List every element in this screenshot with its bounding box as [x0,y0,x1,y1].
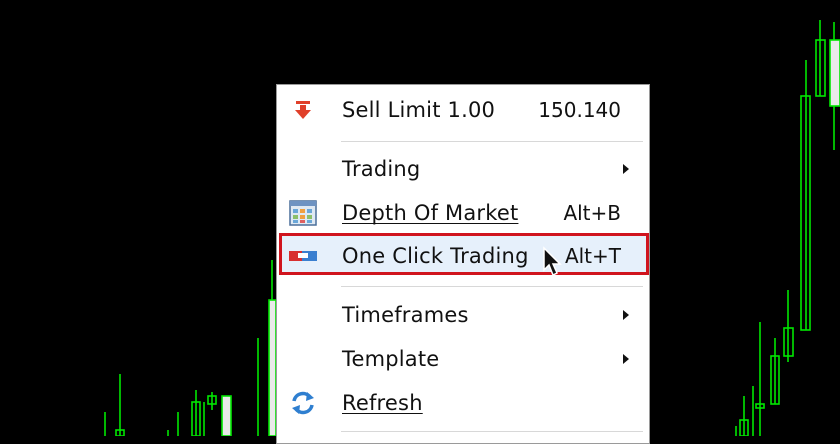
menu-item-one-click-trading[interactable]: One Click Trading Alt+T [277,236,649,276]
menu-item-label: Template [342,347,440,371]
menu-separator [341,286,643,287]
menu-item-template[interactable]: Template [277,339,649,379]
chart-context-menu: Sell Limit 1.00 150.140 Trading Depth Of… [276,84,650,444]
menu-item-trading[interactable]: Trading [277,149,649,189]
sell-limit-price: 150.140 [538,98,621,122]
menu-item-timeframes[interactable]: Timeframes [277,295,649,335]
mouse-pointer-icon [543,246,562,277]
submenu-arrow-icon [623,354,629,364]
depth-of-market-icon [287,197,319,229]
menu-item-label: Sell Limit 1.00 [342,98,496,122]
menu-item-label: Timeframes [342,303,469,327]
menu-item-label: One Click Trading [342,244,529,268]
menu-item-label: Refresh [342,391,423,415]
menu-item-refresh[interactable]: Refresh [277,383,649,423]
menu-separator [341,141,643,142]
submenu-arrow-icon [623,310,629,320]
shortcut-label: Alt+T [564,244,621,268]
shortcut-label: Alt+B [563,201,621,225]
refresh-icon [287,387,319,419]
menu-item-depth-of-market[interactable]: Depth Of Market Alt+B [277,193,649,233]
submenu-arrow-icon [623,164,629,174]
menu-item-label: Depth Of Market [342,201,519,225]
one-click-trading-icon [287,240,319,272]
menu-separator [341,431,643,432]
sell-limit-arrow-icon [287,94,319,126]
menu-item-label: Trading [342,157,421,181]
menu-item-sell-limit[interactable]: Sell Limit 1.00 150.140 [277,90,649,130]
